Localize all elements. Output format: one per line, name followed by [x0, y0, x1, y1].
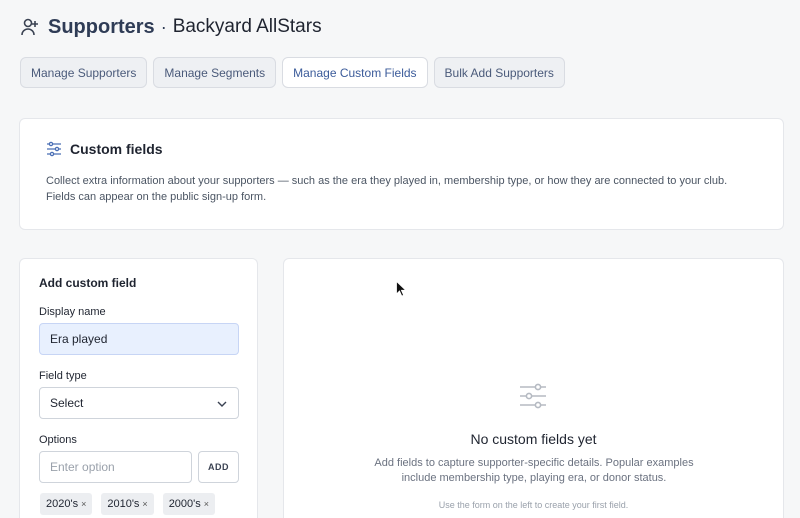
chevron-down-icon: [217, 401, 227, 407]
chip-label: 2020's: [46, 498, 79, 510]
info-title-text: Custom fields: [70, 141, 163, 157]
empty-state-hint: Use the form on the left to create your …: [438, 500, 629, 510]
sliders-icon: [520, 383, 546, 409]
custom-fields-info-card: Custom fields Collect extra information …: [19, 118, 784, 230]
mouse-pointer-icon: [396, 281, 407, 297]
remove-chip-icon[interactable]: ×: [81, 499, 86, 509]
field-type-value: Select: [50, 396, 84, 410]
option-input[interactable]: Enter option: [39, 451, 192, 483]
form-heading: Add custom field: [39, 276, 137, 290]
sliders-icon: [47, 141, 61, 157]
tab-bulk-add-supporters[interactable]: Bulk Add Supporters: [433, 57, 565, 88]
display-name-input[interactable]: Era played: [39, 323, 239, 355]
display-name-label: Display name: [39, 306, 106, 318]
tab-manage-supporters[interactable]: Manage Supporters: [20, 57, 148, 88]
page-header: Supporters · Backyard AllStars: [20, 12, 322, 42]
tab-manage-custom-fields[interactable]: Manage Custom Fields: [282, 57, 428, 88]
remove-chip-icon[interactable]: ×: [204, 499, 209, 509]
org-name: Backyard AllStars: [172, 16, 322, 37]
info-card-title: Custom fields: [46, 141, 163, 157]
option-chip: 2000's ×: [162, 493, 216, 515]
empty-state-description: Add fields to capture supporter-specific…: [374, 457, 694, 484]
tab-bar: Manage Supporters Manage Segments Manage…: [20, 57, 565, 88]
empty-state-panel: No custom fields yet Add fields to captu…: [283, 258, 784, 518]
empty-state-title: No custom fields yet: [470, 431, 597, 447]
remove-chip-icon[interactable]: ×: [142, 499, 147, 509]
tab-manage-segments[interactable]: Manage Segments: [153, 57, 277, 88]
option-chip: 2010's ×: [101, 493, 154, 515]
chip-label: 2000's: [168, 498, 201, 510]
field-type-label: Field type: [39, 370, 87, 382]
option-chips: 2020's × 2010's × 2000's ×: [40, 493, 216, 515]
options-label: Options: [39, 434, 77, 446]
info-description: Collect extra information about your sup…: [46, 175, 728, 203]
person-add-icon: [21, 18, 38, 36]
add-option-button[interactable]: ADD: [198, 451, 239, 483]
option-chip: 2020's ×: [40, 493, 93, 515]
add-custom-field-form: Add custom field Display name Era played…: [19, 258, 258, 518]
title-separator: ·: [160, 16, 167, 37]
chip-label: 2010's: [107, 498, 140, 510]
page-title: Supporters: [48, 15, 155, 38]
field-type-select[interactable]: Select: [39, 387, 239, 419]
